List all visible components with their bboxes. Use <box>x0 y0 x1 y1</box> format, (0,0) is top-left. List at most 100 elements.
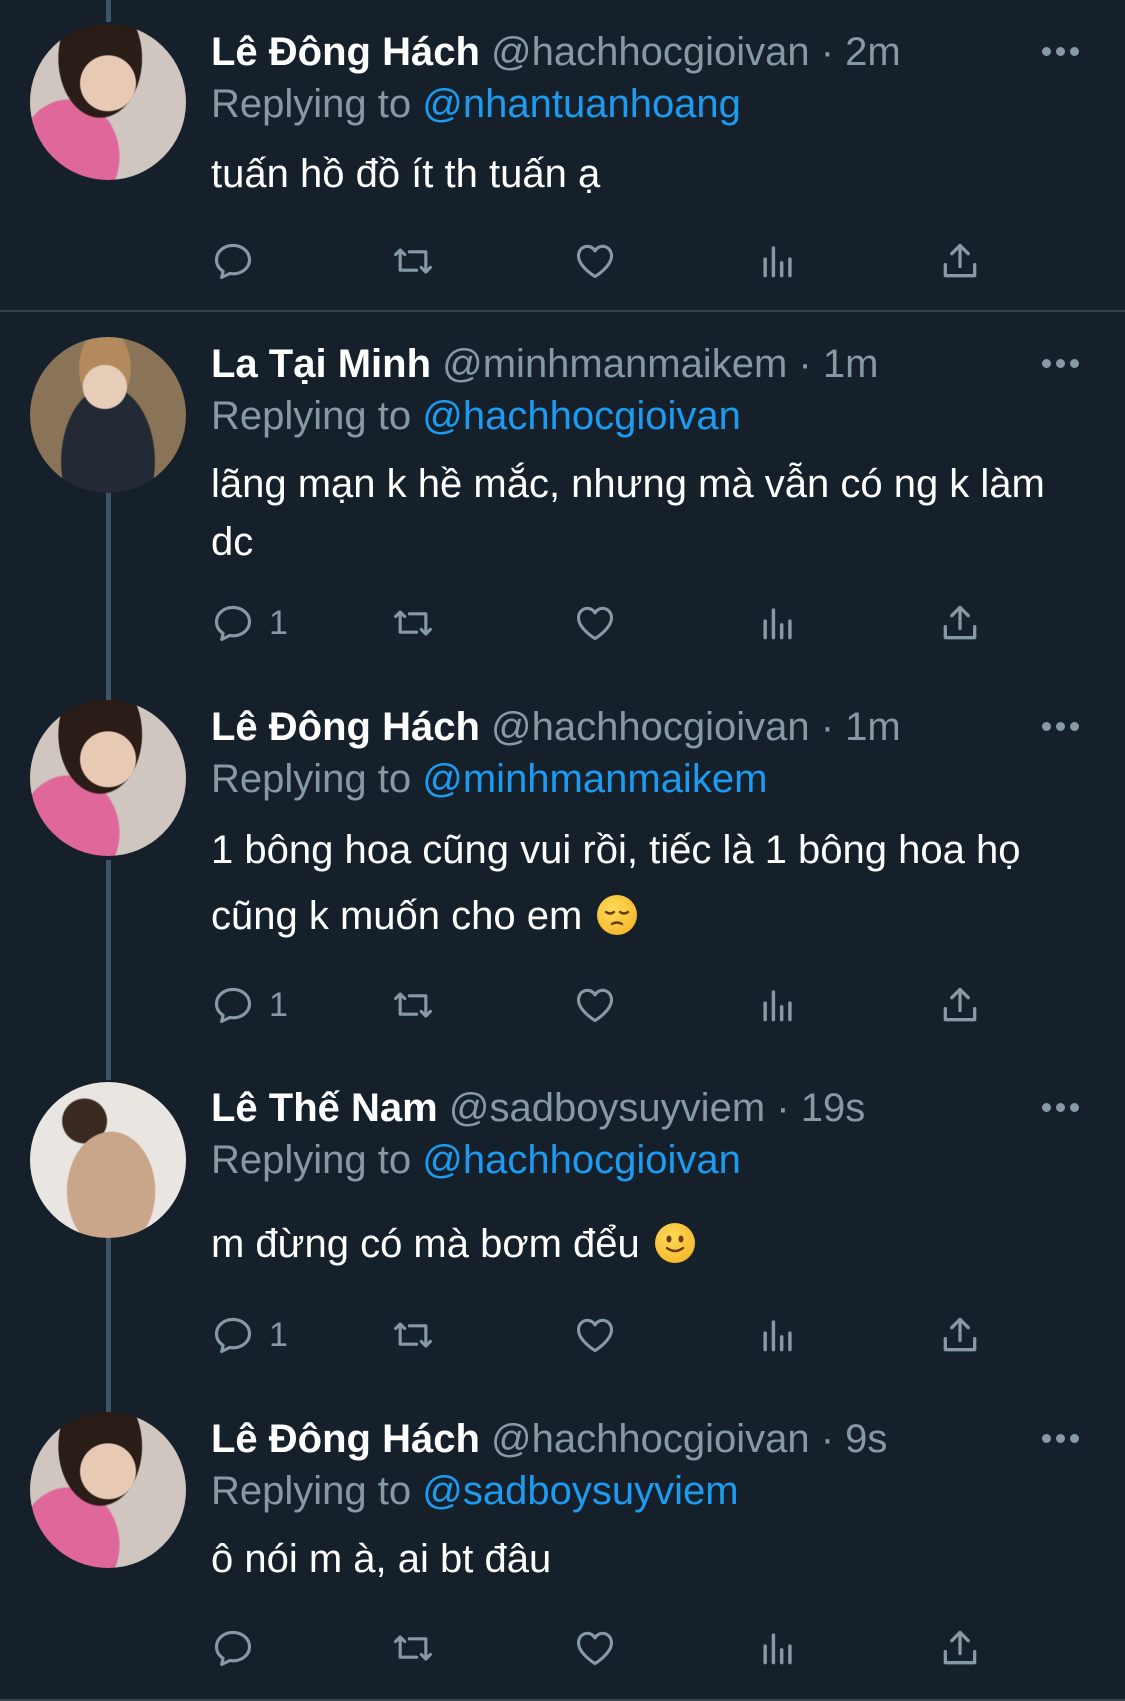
reply-button[interactable] <box>211 231 269 291</box>
like-icon <box>576 1631 614 1666</box>
analytics-icon <box>763 246 792 278</box>
mention-link[interactable]: @minhmanmaikem <box>422 757 767 801</box>
reply-button[interactable]: 1 <box>211 1305 288 1365</box>
analytics-button[interactable] <box>756 593 800 653</box>
retweet-icon <box>394 610 432 636</box>
more-options-icon[interactable] <box>1042 1103 1080 1113</box>
mention-link[interactable]: @sadboysuyviem <box>422 1469 738 1513</box>
replying-to: Replying to @nhantuanhoang <box>211 76 741 132</box>
more-options-icon[interactable] <box>1042 1434 1080 1444</box>
retweet-button[interactable] <box>391 975 435 1035</box>
avatar[interactable] <box>30 1412 186 1568</box>
analytics-button[interactable] <box>756 231 800 291</box>
avatar[interactable] <box>30 1082 186 1238</box>
like-icon <box>576 1318 614 1353</box>
slightly-smiling-face-emoji <box>654 1223 695 1263</box>
like-icon <box>576 606 614 641</box>
tweet-actions: 1 <box>211 975 1011 1035</box>
retweet-icon <box>394 1322 432 1348</box>
analytics-icon <box>763 608 792 640</box>
reply-button[interactable] <box>211 1618 269 1678</box>
replying-to-prefix: Replying to <box>211 394 412 438</box>
tweet-actions <box>211 1618 1011 1678</box>
replying-to: Replying to @sadboysuyviem <box>211 1463 739 1519</box>
reply-count: 1 <box>269 985 288 1024</box>
tweet-header: Lê Đông Hách @hachhocgioivan · 1m <box>211 697 901 757</box>
display-name[interactable]: La Tại Minh <box>211 342 431 386</box>
retweet-icon <box>394 1635 432 1661</box>
tweet-text: 1 bông hoa cũng vui rồi, tiếc là 1 bông … <box>211 817 1071 949</box>
tweet-actions: 1 <box>211 1305 1011 1365</box>
reply-button[interactable]: 1 <box>211 975 288 1035</box>
share-icon <box>943 1630 977 1665</box>
like-button[interactable] <box>573 593 617 653</box>
like-button[interactable] <box>573 231 617 291</box>
user-handle[interactable]: @minhmanmaikem <box>442 342 787 386</box>
timestamp[interactable]: · 2m <box>821 30 901 74</box>
reply-icon <box>214 243 252 280</box>
share-icon <box>943 605 977 640</box>
like-icon <box>576 988 614 1023</box>
tweet-text: m đừng có mà bơm đểu <box>211 1215 1071 1273</box>
reply-count: 1 <box>269 603 288 642</box>
like-button[interactable] <box>573 975 617 1035</box>
user-handle[interactable]: @sadboysuyviem <box>449 1086 765 1130</box>
retweet-icon <box>394 248 432 274</box>
tweet-header: Lê Thế Nam @sadboysuyviem · 19s <box>211 1078 865 1138</box>
tweet-text: tuấn hồ đồ ít th tuấn ạ <box>211 152 601 196</box>
avatar[interactable] <box>30 700 186 856</box>
thread-line <box>106 0 111 22</box>
reply-icon <box>214 605 252 642</box>
display-name[interactable]: Lê Đông Hách <box>211 1417 480 1461</box>
analytics-button[interactable] <box>756 1618 800 1678</box>
like-button[interactable] <box>573 1305 617 1365</box>
like-icon <box>576 244 614 279</box>
tweet-text: lãng mạn k hề mắc, nhưng mà vẫn có ng k … <box>211 462 1045 564</box>
more-options-icon[interactable] <box>1042 47 1080 57</box>
tweet-header: La Tại Minh @minhmanmaikem · 1m <box>211 334 878 394</box>
analytics-button[interactable] <box>756 975 800 1035</box>
timestamp[interactable]: · 9s <box>821 1417 888 1461</box>
share-button[interactable] <box>938 593 982 653</box>
pensive-face-emoji <box>597 895 638 935</box>
display-name[interactable]: Lê Đông Hách <box>211 705 480 749</box>
reply-button[interactable]: 1 <box>211 593 288 653</box>
timestamp[interactable]: · 1m <box>821 705 901 749</box>
timestamp[interactable]: · 1m <box>798 342 878 386</box>
retweet-button[interactable] <box>391 231 435 291</box>
display-name[interactable]: Lê Thế Nam <box>211 1086 438 1130</box>
share-button[interactable] <box>938 1618 982 1678</box>
retweet-button[interactable] <box>391 1618 435 1678</box>
user-handle[interactable]: @hachhocgioivan <box>491 1417 810 1461</box>
analytics-icon <box>763 990 792 1022</box>
avatar[interactable] <box>30 337 186 493</box>
thread-line <box>106 860 111 1080</box>
mention-link[interactable]: @nhantuanhoang <box>422 82 741 126</box>
retweet-button[interactable] <box>391 593 435 653</box>
tweet-actions: 1 <box>211 593 1011 653</box>
tweet-header: Lê Đông Hách @hachhocgioivan · 2m <box>211 22 901 82</box>
replying-to: Replying to @minhmanmaikem <box>211 751 767 807</box>
like-button[interactable] <box>573 1618 617 1678</box>
share-button[interactable] <box>938 231 982 291</box>
analytics-icon <box>763 1633 792 1665</box>
avatar[interactable] <box>30 24 186 180</box>
replying-to-prefix: Replying to <box>211 1469 412 1513</box>
retweet-button[interactable] <box>391 1305 435 1365</box>
more-options-icon[interactable] <box>1042 722 1080 732</box>
replying-to: Replying to @hachhocgioivan <box>211 1132 741 1188</box>
thread-line <box>106 1238 111 1413</box>
analytics-button[interactable] <box>756 1305 800 1365</box>
display-name[interactable]: Lê Đông Hách <box>211 30 480 74</box>
more-options-icon[interactable] <box>1042 359 1080 369</box>
reply-count: 1 <box>269 1315 288 1354</box>
share-button[interactable] <box>938 1305 982 1365</box>
share-button[interactable] <box>938 975 982 1035</box>
user-handle[interactable]: @hachhocgioivan <box>491 30 810 74</box>
reply-icon <box>214 1317 252 1354</box>
user-handle[interactable]: @hachhocgioivan <box>491 705 810 749</box>
retweet-icon <box>394 992 432 1018</box>
timestamp[interactable]: · 19s <box>776 1086 865 1130</box>
mention-link[interactable]: @hachhocgioivan <box>422 1138 741 1182</box>
mention-link[interactable]: @hachhocgioivan <box>422 394 741 438</box>
